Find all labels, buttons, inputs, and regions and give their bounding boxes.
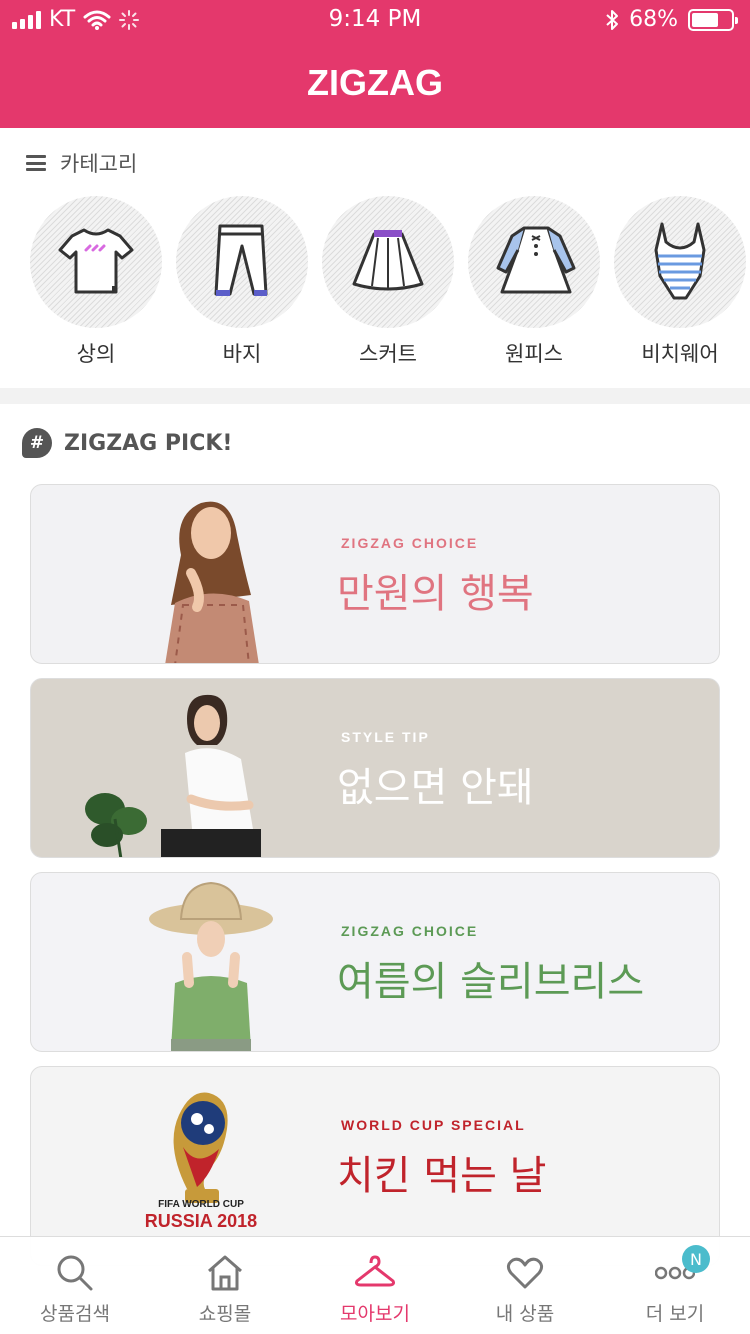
tab-label: 상품검색	[40, 1303, 110, 1325]
category-item-beachwear[interactable]: 비치웨어	[614, 196, 746, 368]
app-screen: KT 9:14 PM 68% ZIGZAG 카테고리 상의 바지 스커트 원피스…	[0, 0, 750, 1334]
notification-badge: N	[682, 1245, 710, 1273]
category-label: 스커트	[359, 342, 417, 366]
section-divider	[0, 388, 750, 404]
battery-icon	[688, 8, 738, 31]
app-logo: ZIGZAG	[307, 62, 443, 103]
banner-subtitle: ZIGZAG CHOICE	[341, 535, 479, 551]
tab-search[interactable]: 상품검색	[0, 1237, 150, 1334]
banner-title: 없으면 안돼	[337, 765, 534, 811]
world-cup-logo-line1: FIFA WORLD CUP	[158, 1199, 244, 1210]
model-photo	[161, 694, 261, 857]
bottom-tab-bar: 상품검색 쇼핑몰 모아보기 내 상품 N 더 보기	[0, 1236, 750, 1334]
model-photo	[149, 881, 273, 1051]
category-list: 상의 바지 스커트 원피스 비치웨어	[0, 196, 750, 376]
banner-subtitle: ZIGZAG CHOICE	[341, 923, 479, 939]
tab-label: 더 보기	[645, 1303, 705, 1325]
banner-title: 만원의 행복	[337, 571, 534, 617]
heart-icon	[506, 1257, 544, 1289]
category-header[interactable]: 카테고리	[26, 148, 137, 178]
menu-icon[interactable]	[26, 155, 46, 171]
world-cup-logo	[173, 1092, 228, 1203]
category-item-pants[interactable]: 바지	[176, 196, 308, 368]
banner-subtitle: WORLD CUP SPECIAL	[341, 1117, 526, 1133]
banner-title: 여름의 슬리브리스	[337, 959, 645, 1005]
category-title: 카테고리	[60, 152, 138, 176]
tab-shopping-mall[interactable]: 쇼핑몰	[150, 1237, 300, 1334]
pick-banner-2[interactable]: STYLE TIP 없으면 안돼	[30, 678, 720, 858]
category-label: 비치웨어	[641, 342, 719, 366]
category-label: 상의	[76, 342, 116, 366]
pick-banner-3[interactable]: ZIGZAG CHOICE 여름의 슬리브리스	[30, 872, 720, 1052]
app-header: KT 9:14 PM 68% ZIGZAG	[0, 0, 750, 128]
category-label: 원피스	[505, 342, 563, 366]
tshirt-icon	[58, 228, 134, 294]
tab-label: 쇼핑몰	[198, 1303, 252, 1325]
pick-title: ZIGZAG PICK!	[64, 430, 233, 456]
status-bar: KT 9:14 PM 68%	[0, 0, 750, 40]
home-icon	[208, 1255, 242, 1291]
category-label: 바지	[222, 342, 262, 366]
world-cup-logo-line2: RUSSIA 2018	[144, 1211, 258, 1231]
swimsuit-icon	[654, 222, 706, 300]
tab-my-products[interactable]: 내 상품	[450, 1237, 600, 1334]
skirt-icon	[352, 230, 424, 291]
tab-label: 모아보기	[340, 1303, 410, 1325]
pants-icon	[214, 224, 268, 296]
tab-collection[interactable]: 모아보기	[300, 1237, 450, 1334]
bluetooth-icon	[606, 9, 619, 30]
banner-title: 치킨 먹는 날	[337, 1153, 547, 1199]
tab-more[interactable]: N 더 보기	[600, 1237, 750, 1334]
category-item-top[interactable]: 상의	[30, 196, 162, 368]
dress-icon	[496, 226, 576, 294]
tab-label: 내 상품	[495, 1303, 555, 1325]
model-photo	[165, 501, 259, 663]
hashtag-icon: #	[22, 428, 52, 458]
category-item-dress[interactable]: 원피스	[468, 196, 600, 368]
category-item-skirt[interactable]: 스커트	[322, 196, 454, 368]
battery-percent: 68%	[629, 7, 678, 32]
search-icon	[57, 1255, 93, 1291]
pick-banner-1[interactable]: ZIGZAG CHOICE 만원의 행복	[30, 484, 720, 664]
banner-subtitle: STYLE TIP	[341, 729, 430, 745]
hanger-icon	[355, 1255, 395, 1287]
pick-header: # ZIGZAG PICK!	[22, 428, 232, 458]
